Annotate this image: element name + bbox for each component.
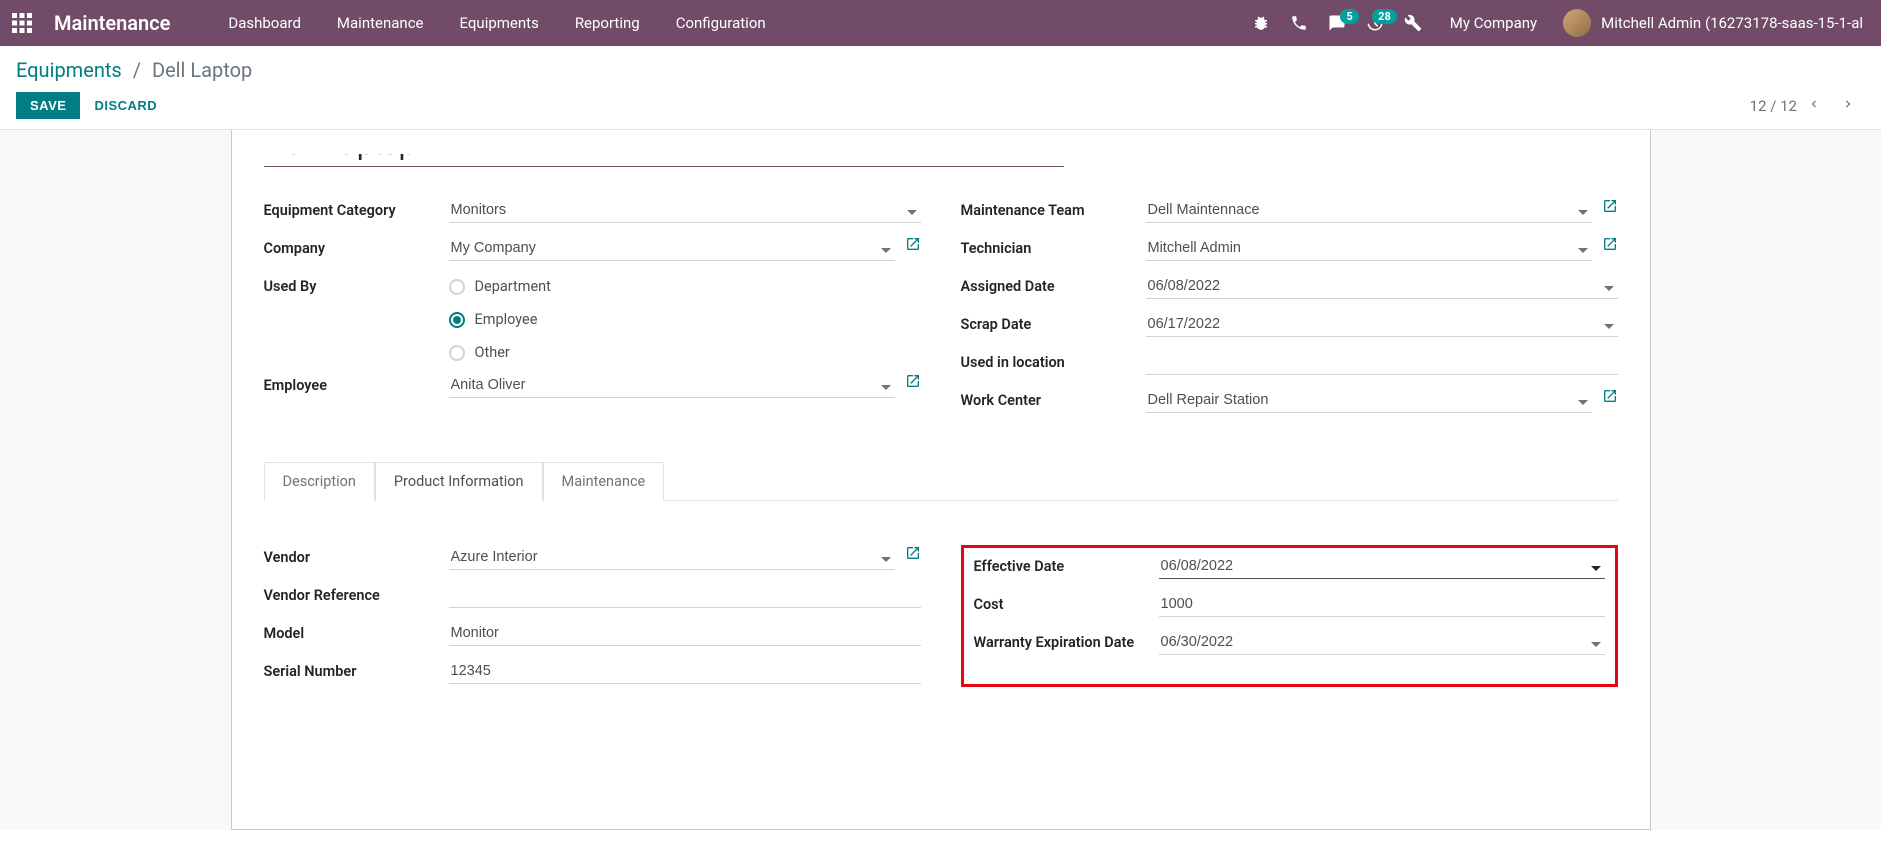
external-link-icon[interactable] xyxy=(1602,198,1618,218)
label-team: Maintenance Team xyxy=(961,198,1146,219)
scrap-input[interactable] xyxy=(1146,312,1618,337)
highlight-box: Effective Date Cost xyxy=(961,545,1618,687)
cost-input[interactable] xyxy=(1159,592,1605,617)
nav-equipments[interactable]: Equipments xyxy=(442,2,557,44)
pager: 12 / 12 xyxy=(1750,93,1865,119)
warranty-input[interactable] xyxy=(1159,630,1605,655)
location-input[interactable] xyxy=(1146,350,1618,375)
label-company: Company xyxy=(264,236,449,257)
breadcrumb-root[interactable]: Equipments xyxy=(16,58,122,82)
technician-input[interactable] xyxy=(1146,236,1592,261)
label-employee: Employee xyxy=(264,373,449,394)
tools-icon[interactable] xyxy=(1394,14,1432,32)
vendor-input[interactable] xyxy=(449,545,895,570)
tabs: Description Product Information Maintena… xyxy=(264,462,1618,501)
label-vendor-ref: Vendor Reference xyxy=(264,583,449,604)
assigned-input[interactable] xyxy=(1146,274,1618,299)
label-model: Model xyxy=(264,621,449,642)
label-workcenter: Work Center xyxy=(961,388,1146,409)
app-brand[interactable]: Maintenance xyxy=(54,11,170,35)
label-effective: Effective Date xyxy=(974,554,1159,575)
label-used-by: Used By xyxy=(264,274,449,295)
tab-description[interactable]: Description xyxy=(264,462,375,501)
nav-dashboard[interactable]: Dashboard xyxy=(210,2,319,44)
pager-value[interactable]: 12 / 12 xyxy=(1750,97,1797,115)
phone-icon[interactable] xyxy=(1280,14,1318,32)
avatar xyxy=(1563,9,1591,37)
workcenter-input[interactable] xyxy=(1146,388,1592,413)
user-menu[interactable]: Mitchell Admin (16273178-saas-15-1-al xyxy=(1555,9,1871,37)
model-input[interactable] xyxy=(449,621,921,646)
radio-icon xyxy=(449,345,465,361)
control-panel: Equipments / Dell Laptop SAVE DISCARD 12… xyxy=(0,46,1881,130)
external-link-icon[interactable] xyxy=(1602,388,1618,408)
radio-icon xyxy=(449,312,465,328)
category-input[interactable] xyxy=(449,198,921,223)
navbar: Maintenance Dashboard Maintenance Equipm… xyxy=(0,0,1881,46)
breadcrumb: Equipments / Dell Laptop xyxy=(16,58,1865,82)
apps-icon[interactable] xyxy=(10,11,34,35)
external-link-icon[interactable] xyxy=(905,373,921,393)
label-location: Used in location xyxy=(961,350,1146,371)
chat-icon[interactable]: 5 xyxy=(1318,14,1356,32)
company-input[interactable] xyxy=(449,236,895,261)
nav-maintenance[interactable]: Maintenance xyxy=(319,2,442,44)
bug-icon[interactable] xyxy=(1242,14,1280,32)
employee-input[interactable] xyxy=(449,373,895,398)
radio-other[interactable]: Other xyxy=(449,344,551,361)
user-name: Mitchell Admin (16273178-saas-15-1-al xyxy=(1601,14,1863,32)
radio-icon xyxy=(449,279,465,295)
external-link-icon[interactable] xyxy=(1602,236,1618,256)
pager-prev[interactable] xyxy=(1797,93,1831,119)
label-cost: Cost xyxy=(974,592,1159,613)
label-vendor: Vendor xyxy=(264,545,449,566)
label-serial: Serial Number xyxy=(264,659,449,680)
effective-input[interactable] xyxy=(1159,554,1605,579)
save-button[interactable]: SAVE xyxy=(16,92,80,119)
company-name[interactable]: My Company xyxy=(1432,14,1555,32)
tab-maintenance[interactable]: Maintenance xyxy=(543,462,665,501)
label-technician: Technician xyxy=(961,236,1146,257)
form-sheet: Equipment Category Company Used By xyxy=(231,130,1651,830)
label-category: Equipment Category xyxy=(264,198,449,219)
pager-next[interactable] xyxy=(1831,93,1865,119)
name-input[interactable] xyxy=(264,154,1064,167)
vendor-ref-input[interactable] xyxy=(449,583,921,608)
label-warranty: Warranty Expiration Date xyxy=(974,630,1159,653)
nav-configuration[interactable]: Configuration xyxy=(658,2,784,44)
discard-button[interactable]: DISCARD xyxy=(80,92,171,119)
label-assigned: Assigned Date xyxy=(961,274,1146,295)
activity-icon[interactable]: 28 xyxy=(1356,14,1394,32)
external-link-icon[interactable] xyxy=(905,545,921,565)
radio-employee[interactable]: Employee xyxy=(449,311,551,328)
team-input[interactable] xyxy=(1146,198,1592,223)
label-scrap: Scrap Date xyxy=(961,312,1146,333)
breadcrumb-current: Dell Laptop xyxy=(152,58,252,82)
external-link-icon[interactable] xyxy=(905,236,921,256)
nav-reporting[interactable]: Reporting xyxy=(557,2,658,44)
tab-product-info[interactable]: Product Information xyxy=(375,462,543,501)
radio-department[interactable]: Department xyxy=(449,278,551,295)
serial-input[interactable] xyxy=(449,659,921,684)
